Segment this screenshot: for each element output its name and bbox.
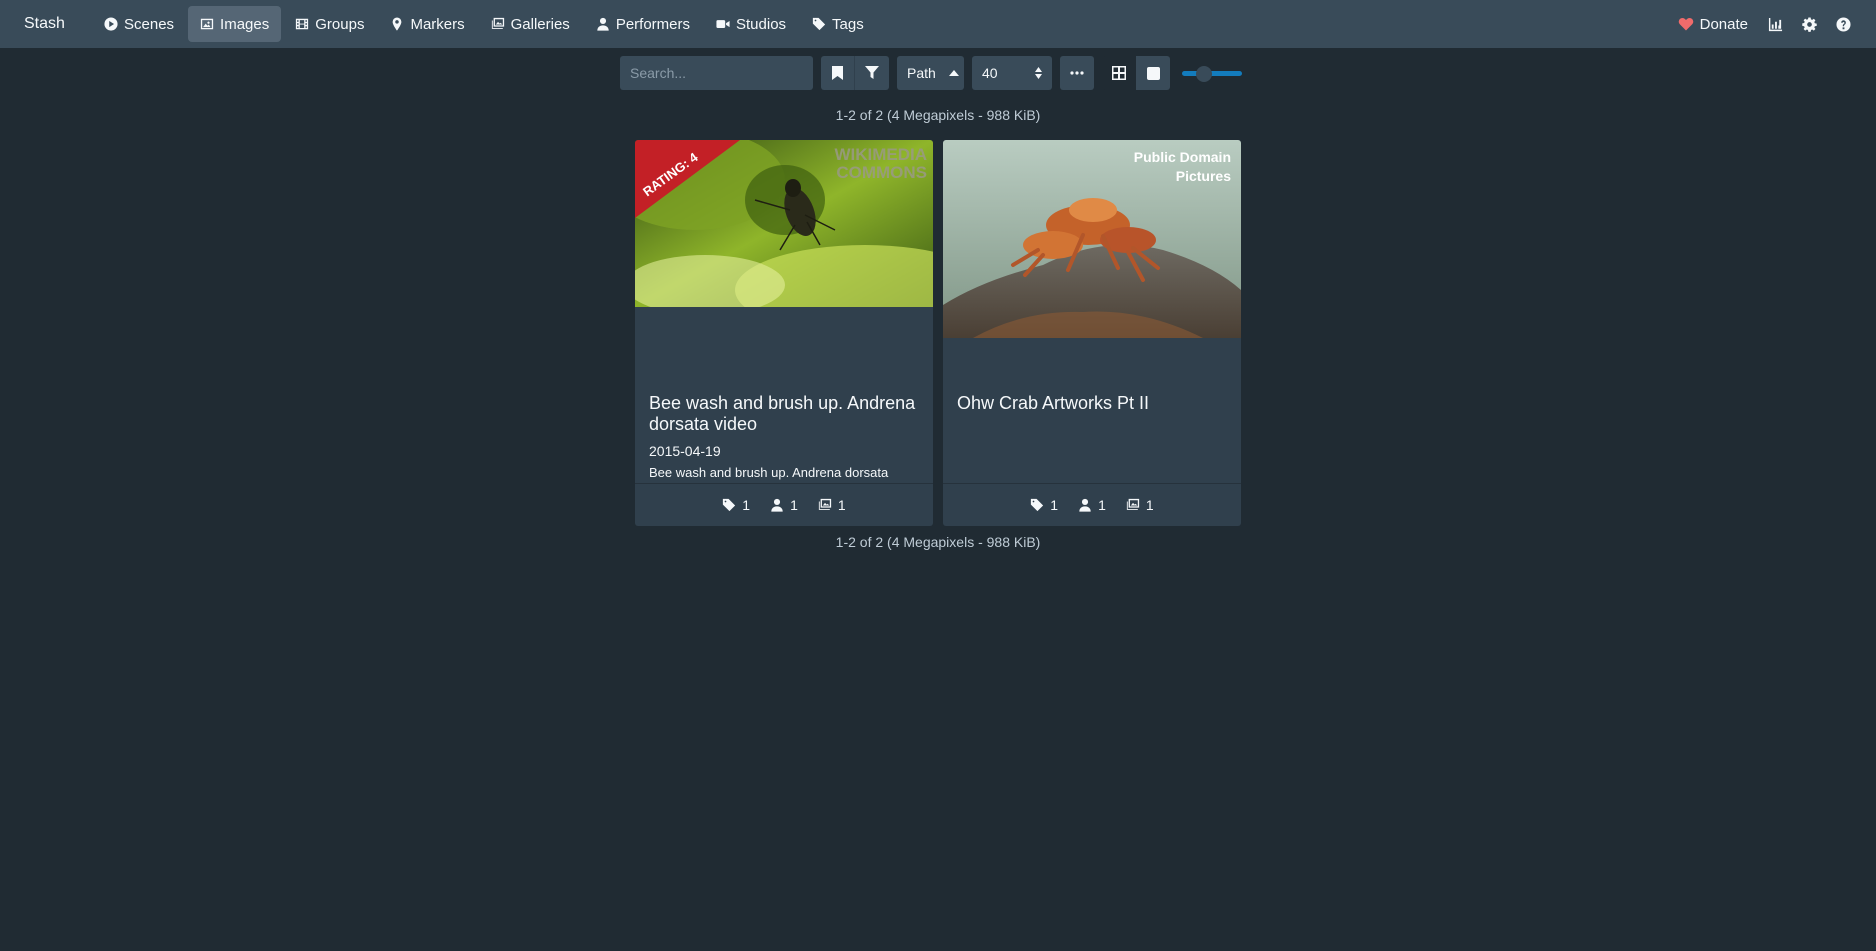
nav-right: Donate — [1668, 6, 1860, 42]
nav-item-tags[interactable]: Tags — [800, 6, 876, 42]
tag-count: 1 — [1050, 497, 1059, 513]
sort-arrows-icon — [1035, 67, 1042, 79]
svg-text:Public Domain: Public Domain — [1134, 149, 1231, 165]
gallery-count-button[interactable]: 1 — [1126, 497, 1154, 513]
sort-by-dropdown[interactable]: Path — [897, 56, 944, 90]
filter-button[interactable] — [855, 56, 889, 90]
image-icon — [200, 18, 214, 30]
donate-label: Donate — [1699, 15, 1748, 33]
zoom-slider-track — [1182, 71, 1242, 76]
caret-up-icon — [949, 70, 959, 76]
images-icon — [1126, 498, 1140, 510]
bookmark-icon — [832, 66, 843, 80]
images-icon — [491, 17, 504, 29]
user-icon — [771, 498, 783, 512]
nav-item-label: Tags — [832, 15, 864, 33]
per-page-group: 40 — [972, 56, 1052, 90]
nav-item-label: Scenes — [124, 15, 175, 33]
image-card[interactable]: WIKIMEDIA COMMONS RATING: 4 Bee wash and… — [635, 140, 933, 526]
performer-count-button[interactable]: 1 — [1078, 497, 1106, 513]
grid-icon — [1112, 66, 1126, 80]
square-icon — [1146, 66, 1160, 80]
nav-item-label: Performers — [615, 15, 690, 33]
tag-icon — [1031, 498, 1044, 512]
zoom-slider-thumb[interactable] — [1196, 66, 1212, 82]
question-circle-icon — [1835, 16, 1851, 32]
image-thumbnail[interactable]: Public Domain Pictures — [943, 140, 1241, 338]
card-popovers: 1 1 1 — [943, 483, 1241, 526]
nav-item-markers[interactable]: Markers — [378, 6, 476, 42]
svg-text:WIKIMEDIA: WIKIMEDIA — [834, 145, 927, 164]
main-nav: Scenes Images Groups Markers Galleries P… — [92, 6, 878, 42]
nav-item-images[interactable]: Images — [188, 6, 282, 42]
image-thumbnail[interactable]: WIKIMEDIA COMMONS RATING: 4 — [635, 140, 933, 307]
sort-direction-button[interactable] — [944, 56, 964, 90]
wall-view-button[interactable] — [1136, 56, 1170, 90]
saved-filters-button[interactable] — [821, 56, 855, 90]
settings-button[interactable] — [1792, 6, 1826, 42]
filter-button-group — [821, 56, 889, 90]
gallery-count: 1 — [1145, 497, 1154, 513]
grid-view-button[interactable] — [1102, 56, 1136, 90]
nav-item-label: Studios — [736, 15, 787, 33]
nav-item-galleries[interactable]: Galleries — [479, 6, 582, 42]
image-card[interactable]: Public Domain Pictures Ohw Crab Artworks… — [943, 140, 1241, 526]
card-details: Bee wash and brush up. Andrena dorsata — [649, 465, 889, 480]
card-date: 2015-04-19 — [649, 443, 721, 459]
nav-item-groups[interactable]: Groups — [283, 6, 376, 42]
donate-button[interactable]: Donate — [1668, 6, 1758, 42]
results-summary-bottom: 1-2 of 2 (4 Megapixels - 988 KiB) — [835, 534, 1041, 550]
nav-item-label: Galleries — [510, 15, 570, 33]
nav-item-label: Images — [220, 15, 270, 33]
search-input[interactable] — [620, 56, 813, 90]
help-button[interactable] — [1826, 6, 1860, 42]
filter-icon — [865, 66, 879, 79]
display-mode-group — [1102, 56, 1170, 90]
map-marker-icon — [393, 17, 402, 31]
brand-link[interactable]: Stash — [24, 0, 65, 48]
chart-icon — [1768, 17, 1782, 31]
nav-item-label: Markers — [410, 15, 465, 33]
nav-item-label: Groups — [315, 15, 365, 33]
svg-text:COMMONS: COMMONS — [836, 163, 927, 182]
gallery-count: 1 — [837, 497, 846, 513]
play-circle-icon — [104, 17, 118, 31]
card-title[interactable]: Ohw Crab Artworks Pt II — [957, 393, 1227, 414]
card-title[interactable]: Bee wash and brush up. Andrena dorsata v… — [649, 393, 919, 435]
nav-item-studios[interactable]: Studios — [704, 6, 798, 42]
tag-icon — [723, 498, 736, 512]
top-navbar: Stash Scenes Images Groups Markers Galle… — [0, 0, 1876, 48]
gear-icon — [1801, 16, 1817, 32]
more-operations-button[interactable] — [1060, 56, 1094, 90]
tag-icon — [812, 17, 826, 31]
user-icon — [1079, 498, 1091, 512]
user-icon — [597, 17, 609, 31]
operations-group — [1060, 56, 1094, 90]
heart-icon — [1678, 17, 1693, 31]
gallery-count-button[interactable]: 1 — [818, 497, 846, 513]
list-toolbar: Path 40 — [620, 56, 1242, 90]
nav-item-scenes[interactable]: Scenes — [92, 6, 186, 42]
images-icon — [818, 498, 832, 510]
tag-count: 1 — [742, 497, 751, 513]
performer-count: 1 — [1098, 497, 1106, 513]
svg-text:Pictures: Pictures — [1176, 168, 1231, 184]
per-page-value: 40 — [982, 65, 998, 81]
nav-item-performers[interactable]: Performers — [584, 6, 702, 42]
sort-button-group: Path — [897, 56, 964, 90]
tag-count-button[interactable]: 1 — [722, 497, 750, 513]
video-icon — [716, 20, 730, 28]
per-page-select[interactable]: 40 — [972, 56, 1052, 90]
stats-button[interactable] — [1758, 6, 1792, 42]
performer-count: 1 — [790, 497, 798, 513]
performer-count-button[interactable]: 1 — [770, 497, 798, 513]
results-summary-top: 1-2 of 2 (4 Megapixels - 988 KiB) — [835, 107, 1041, 123]
zoom-slider[interactable] — [1182, 56, 1242, 90]
tag-count-button[interactable]: 1 — [1030, 497, 1058, 513]
film-icon — [296, 18, 309, 30]
ellipsis-icon — [1070, 71, 1084, 75]
card-popovers: 1 1 1 — [635, 483, 933, 526]
